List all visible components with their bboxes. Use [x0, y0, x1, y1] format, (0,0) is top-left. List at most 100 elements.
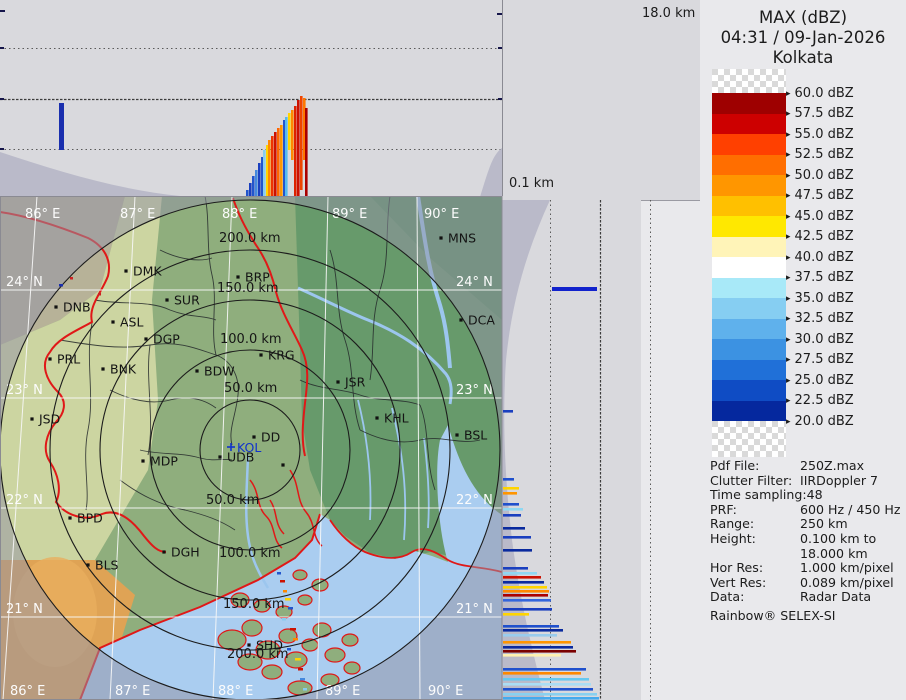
colorbar-band	[712, 216, 786, 237]
parallel-label-left: 22° N	[6, 493, 43, 508]
metadata-value: IIRDoppler 7	[800, 473, 878, 488]
echo-bar	[503, 492, 517, 495]
colorbar-band	[712, 175, 786, 196]
echo-bar	[503, 693, 597, 696]
ring-label: 100.0 km	[220, 332, 282, 347]
metadata-label: Clutter Filter:	[710, 474, 800, 489]
city-label: SHD	[256, 638, 283, 653]
city-dot	[281, 463, 284, 466]
echo-bar	[503, 478, 514, 481]
arrow-icon: ▸	[786, 130, 791, 140]
colorbar-bands	[712, 93, 786, 421]
colorbar-band	[712, 196, 786, 217]
metadata-row: Hor Res:1.000 km/pixel	[710, 561, 904, 576]
top-panel-height-max-label: 18.0 km	[642, 6, 695, 21]
echo-bar	[503, 581, 544, 584]
city-label: DGP	[153, 332, 180, 347]
city-dot	[48, 357, 51, 360]
echo-speck	[288, 607, 293, 610]
dbz-value-label: 30.0 dBZ	[795, 332, 854, 347]
echo-bar	[503, 549, 532, 552]
parallel-label-left: 21° N	[6, 602, 43, 617]
colorbar-boundary-label: ▸30.0 dBZ	[786, 332, 854, 347]
echo-bar	[503, 590, 549, 593]
city-dot	[68, 516, 71, 519]
dbz-value-label: 25.0 dBZ	[795, 373, 854, 388]
city-dot	[439, 236, 442, 239]
arrow-icon: ▸	[786, 171, 791, 181]
city-label: SUR	[174, 293, 200, 308]
city-dot	[162, 550, 165, 553]
city-dot	[459, 318, 462, 321]
city-label: DGH	[171, 545, 200, 560]
arrow-icon: ▸	[786, 273, 791, 283]
echo-speck	[70, 277, 73, 280]
dbz-value-label: 20.0 dBZ	[795, 414, 854, 429]
city-dot	[86, 563, 89, 566]
colorbar-band	[712, 114, 786, 135]
ring-label: 150.0 km	[223, 597, 285, 612]
city-label: BPD	[77, 511, 103, 526]
city-dot	[141, 459, 144, 462]
city-label: DCA	[468, 313, 495, 328]
metadata-value: 250Z.max	[800, 458, 864, 473]
software-brand: Rainbow® SELEX-SI	[710, 608, 835, 623]
colorbar-boundary-label: ▸35.0 dBZ	[786, 291, 854, 306]
arrow-icon: ▸	[786, 191, 791, 201]
echo-bar	[503, 572, 537, 575]
echo-bar	[300, 96, 303, 190]
meridian-label-bottom: 86° E	[10, 684, 45, 699]
metadata-row: Pdf File:250Z.max	[710, 459, 904, 474]
colorbar-checker-bottom	[712, 421, 786, 457]
ring-label: 50.0 km	[206, 493, 259, 508]
echo-speck	[295, 658, 301, 661]
meridian-label-top: 89° E	[332, 207, 367, 222]
colorbar	[712, 69, 786, 457]
echo-bar	[503, 678, 589, 681]
echo-speck	[298, 668, 303, 671]
city-dot	[111, 320, 114, 323]
dbz-value-label: 52.5 dBZ	[795, 147, 854, 162]
echo-speck	[303, 688, 307, 691]
city-dot	[165, 298, 168, 301]
echo-bar	[503, 576, 541, 579]
colorbar-boundary-label: ▸47.5 dBZ	[786, 188, 854, 203]
echo-bar	[280, 125, 283, 197]
radar-site-label: KOL	[237, 440, 261, 455]
city-dot	[336, 380, 339, 383]
map-view: 86° E86° E87° E87° E88° E88° E89° E89° E…	[0, 196, 502, 700]
ring-label: 100.0 km	[219, 546, 281, 561]
metadata-label: Data:	[710, 590, 800, 605]
city-dot	[236, 275, 239, 278]
arrow-icon: ▸	[786, 212, 791, 222]
dbz-value-label: 57.5 dBZ	[795, 106, 854, 121]
colorbar-band	[712, 93, 786, 114]
echo-bar	[503, 613, 529, 616]
city-label: ASL	[120, 315, 143, 330]
metadata-row: 18.000 km	[710, 547, 904, 562]
meridian-label-bottom: 90° E	[428, 684, 463, 699]
city-dot	[124, 269, 127, 272]
metadata-value: 0.100 km to	[800, 531, 876, 546]
echo-speck	[283, 590, 287, 593]
metadata-label: Vert Res:	[710, 576, 800, 591]
echo-bar	[271, 136, 274, 197]
echo-bar	[294, 106, 297, 197]
echo-bar	[285, 117, 288, 197]
echo-speck	[285, 598, 291, 601]
city-label: DD	[261, 430, 280, 445]
arrow-icon: ▸	[786, 314, 791, 324]
arrow-icon: ▸	[786, 396, 791, 406]
echo-bar	[503, 672, 581, 675]
echo-bar	[305, 108, 308, 197]
colorbar-band	[712, 298, 786, 319]
echo-bar	[503, 586, 547, 589]
metadata-row: PRF:600 Hz / 450 Hz	[710, 503, 904, 518]
dbz-value-label: 40.0 dBZ	[795, 250, 854, 265]
echo-bar	[263, 150, 266, 197]
arrow-icon: ▸	[786, 376, 791, 386]
arrow-icon: ▸	[786, 253, 791, 263]
echo-bar	[503, 625, 559, 628]
legend: MAX (dBZ) 04:31 / 09-Jan-2026 Kolkata ▸6…	[700, 0, 906, 700]
city-dot	[195, 369, 198, 372]
